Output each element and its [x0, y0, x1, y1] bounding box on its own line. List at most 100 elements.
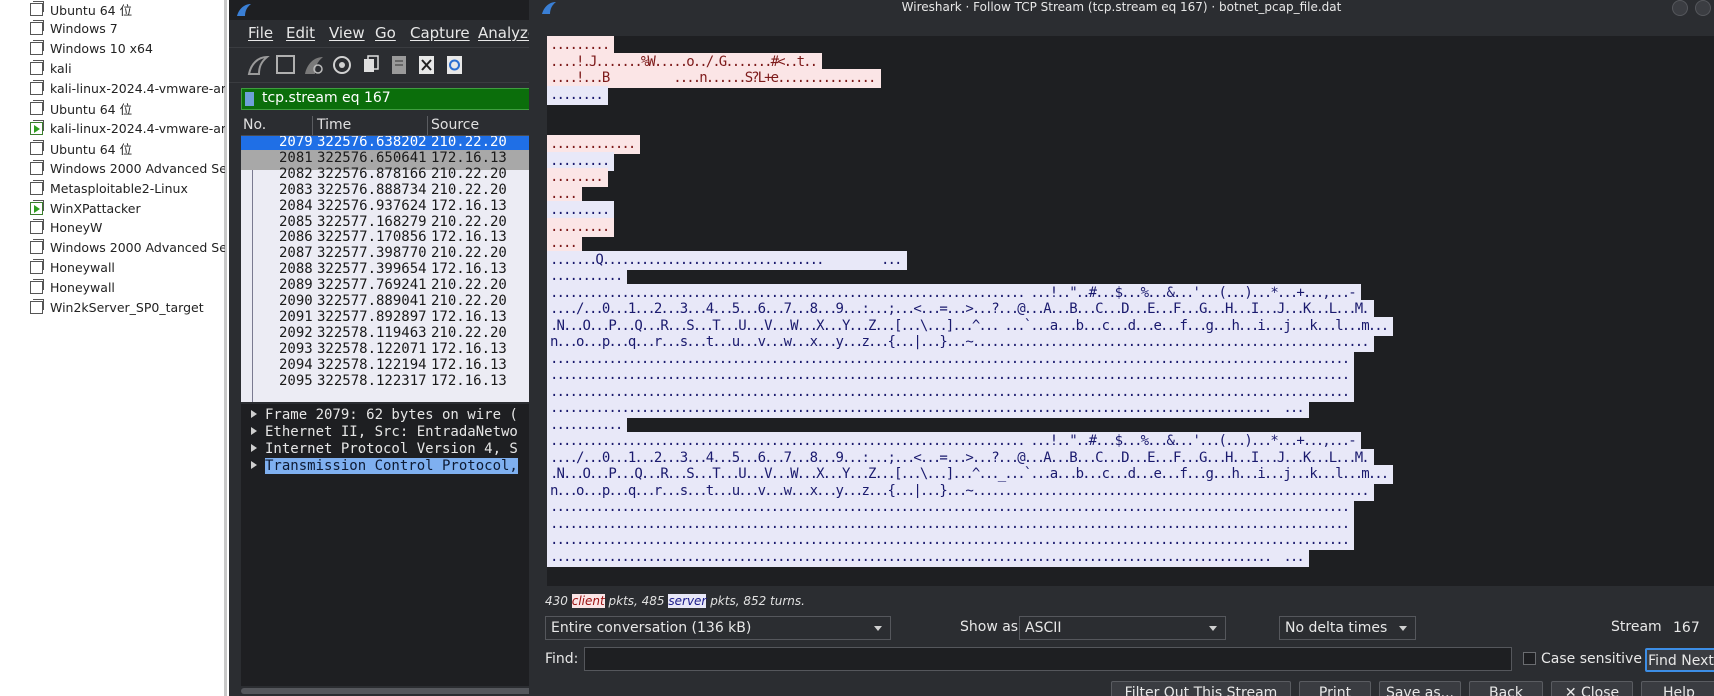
- vm-list-item[interactable]: Windows 2000 Advanced Serv: [30, 238, 225, 258]
- vm-list-item[interactable]: Windows 10 x64: [30, 39, 225, 59]
- menu-analyze[interactable]: Analyze: [478, 24, 529, 42]
- menu-capture[interactable]: Capture: [410, 24, 470, 42]
- start-capture-fin-icon[interactable]: [246, 54, 270, 76]
- dialog-title: Wireshark · Follow TCP Stream (tcp.strea…: [901, 0, 1342, 14]
- column-header-time[interactable]: Time: [317, 117, 351, 133]
- vm-list-item[interactable]: kali-linux-2024.4-vmware-amd: [30, 79, 225, 99]
- vm-list-item[interactable]: kali: [30, 59, 225, 79]
- vm-list-item[interactable]: Windows 2000 Advanced Serv: [30, 158, 225, 178]
- restart-capture-icon[interactable]: [302, 54, 326, 76]
- column-header-source[interactable]: Source: [431, 117, 479, 133]
- column-separator[interactable]: [312, 116, 313, 135]
- find-next-button[interactable]: Find Next: [1645, 648, 1714, 672]
- packet-src-cell: 210.22.20: [431, 136, 507, 150]
- case-sensitive-checkbox[interactable]: [1523, 652, 1536, 665]
- packet-no-cell: 2086: [279, 229, 313, 246]
- vm-icon: [30, 60, 44, 76]
- chevron-down-icon: [874, 626, 882, 631]
- expand-arrow-icon[interactable]: [251, 410, 257, 418]
- display-filter-bar[interactable]: tcp.stream eq 167: [241, 88, 529, 110]
- close-file-icon[interactable]: [415, 54, 439, 76]
- show-as-select[interactable]: ASCII: [1019, 616, 1226, 640]
- minimize-button[interactable]: [1672, 0, 1688, 16]
- vm-icon: [30, 179, 44, 195]
- vm-list-item[interactable]: Ubuntu 64 位: [30, 0, 225, 19]
- stop-capture-icon[interactable]: [274, 54, 298, 76]
- packet-time-cell: 322576.878166: [317, 165, 427, 182]
- vm-list-item[interactable]: Ubuntu 64 位: [30, 99, 225, 119]
- save-file-icon[interactable]: [387, 54, 411, 76]
- vm-list-item[interactable]: Metasploitable2-Linux: [30, 178, 225, 198]
- packet-row[interactable]: 2095 322578.122317 172.16.13: [241, 373, 529, 393]
- detail-row-tcp[interactable]: Transmission Control Protocol,: [251, 458, 518, 474]
- packet-time-cell: 322577.168279: [317, 213, 427, 230]
- capture-options-gear-icon[interactable]: [330, 54, 354, 76]
- packet-time-cell: 322576.888734: [317, 181, 427, 198]
- packet-src-cell: 210.22.20: [431, 293, 507, 309]
- packet-time-cell: 322577.889041: [317, 293, 427, 309]
- packet-time-cell: 322576.650641: [317, 149, 427, 166]
- stream-number-spinbox[interactable]: 167: [1667, 616, 1714, 640]
- vm-list-item[interactable]: Windows 7: [30, 19, 225, 39]
- packet-list: 2079 322576.638202 210.22.20 2081 322576.650…: [241, 136, 529, 402]
- vm-list-item[interactable]: WinXPattacker: [30, 198, 225, 218]
- close-button[interactable]: ✕ Close: [1551, 681, 1633, 696]
- packet-src-cell: 210.22.20: [431, 324, 507, 341]
- column-separator[interactable]: [427, 116, 428, 135]
- packet-time-cell: 322577.892897: [317, 308, 427, 325]
- menu-view[interactable]: View: [329, 24, 365, 42]
- vm-name-label: Ubuntu 64 位: [50, 141, 133, 157]
- vm-list-item[interactable]: Honeywall: [30, 258, 225, 278]
- packet-time-cell: 322577.398770: [317, 245, 427, 262]
- packet-src-cell: 172.16.13: [431, 261, 507, 278]
- packet-time-cell: 322578.119463: [317, 324, 427, 341]
- detail-row-ethernet[interactable]: Ethernet II, Src: EntradaNetwo: [251, 424, 518, 440]
- vm-icon: [30, 299, 44, 314]
- packet-no-cell: 2090: [279, 293, 313, 309]
- reload-file-icon[interactable]: [443, 54, 467, 76]
- find-input[interactable]: [584, 647, 1512, 671]
- menu-edit[interactable]: Edit: [286, 24, 315, 42]
- save-as-button[interactable]: Save as...: [1379, 681, 1461, 696]
- detail-row-ipv4[interactable]: Internet Protocol Version 4, S: [251, 441, 518, 457]
- packet-no-cell: 2083: [279, 181, 313, 198]
- vm-list-item[interactable]: Ubuntu 64 位: [30, 138, 225, 158]
- packet-no-cell: 2079: [279, 136, 313, 150]
- vm-list-item[interactable]: Honeywall: [30, 278, 225, 298]
- open-file-icon[interactable]: [359, 54, 383, 76]
- conversation-select[interactable]: Entire conversation (136 kB): [545, 616, 891, 640]
- column-header-no[interactable]: No.: [243, 117, 266, 133]
- menu-go[interactable]: Go: [375, 24, 396, 42]
- vm-icon: [30, 279, 44, 295]
- packet-no-cell: 2089: [279, 277, 313, 294]
- packet-time-cell: 322578.122071: [317, 340, 427, 357]
- vm-list-item[interactable]: kali-linux-2024.4-vmware-amd: [30, 118, 225, 138]
- detail-row-frame[interactable]: Frame 2079: 62 bytes on wire (: [251, 407, 518, 423]
- display-filter-text[interactable]: tcp.stream eq 167: [262, 90, 391, 106]
- vm-list-item[interactable]: Win2kServer_SP0_target: [30, 298, 225, 318]
- print-button[interactable]: Print: [1299, 681, 1371, 696]
- filter-out-stream-button[interactable]: Filter Out This Stream: [1111, 681, 1291, 696]
- expand-arrow-icon[interactable]: [251, 444, 257, 452]
- vm-list-item[interactable]: HoneyW: [30, 218, 225, 238]
- back-button[interactable]: Back: [1469, 681, 1543, 696]
- vm-icon: [30, 259, 44, 275]
- maximize-button[interactable]: [1695, 0, 1711, 16]
- expand-arrow-icon[interactable]: [251, 427, 257, 435]
- client-label: client: [571, 594, 605, 608]
- server-data-line: ........................................…: [547, 547, 1309, 567]
- chevron-down-icon: [1209, 626, 1217, 631]
- horizontal-scrollbar[interactable]: [241, 688, 529, 694]
- stream-label: Stream: [1611, 619, 1662, 635]
- vm-icon: [30, 0, 44, 16]
- packet-src-cell: 172.16.13: [431, 149, 507, 166]
- packet-no-cell: 2093: [279, 340, 313, 357]
- delta-times-select[interactable]: No delta times: [1279, 616, 1416, 640]
- packet-no-cell: 2092: [279, 324, 313, 341]
- show-as-label: Show as: [960, 619, 1019, 635]
- stream-content-view[interactable]: ......... ....!.J.......%W.....o../.G....…: [547, 36, 1714, 586]
- expand-arrow-icon[interactable]: [251, 461, 257, 469]
- help-button[interactable]: Help: [1641, 681, 1714, 696]
- filter-bookmark-icon[interactable]: [245, 92, 254, 106]
- menu-file[interactable]: File: [248, 24, 273, 42]
